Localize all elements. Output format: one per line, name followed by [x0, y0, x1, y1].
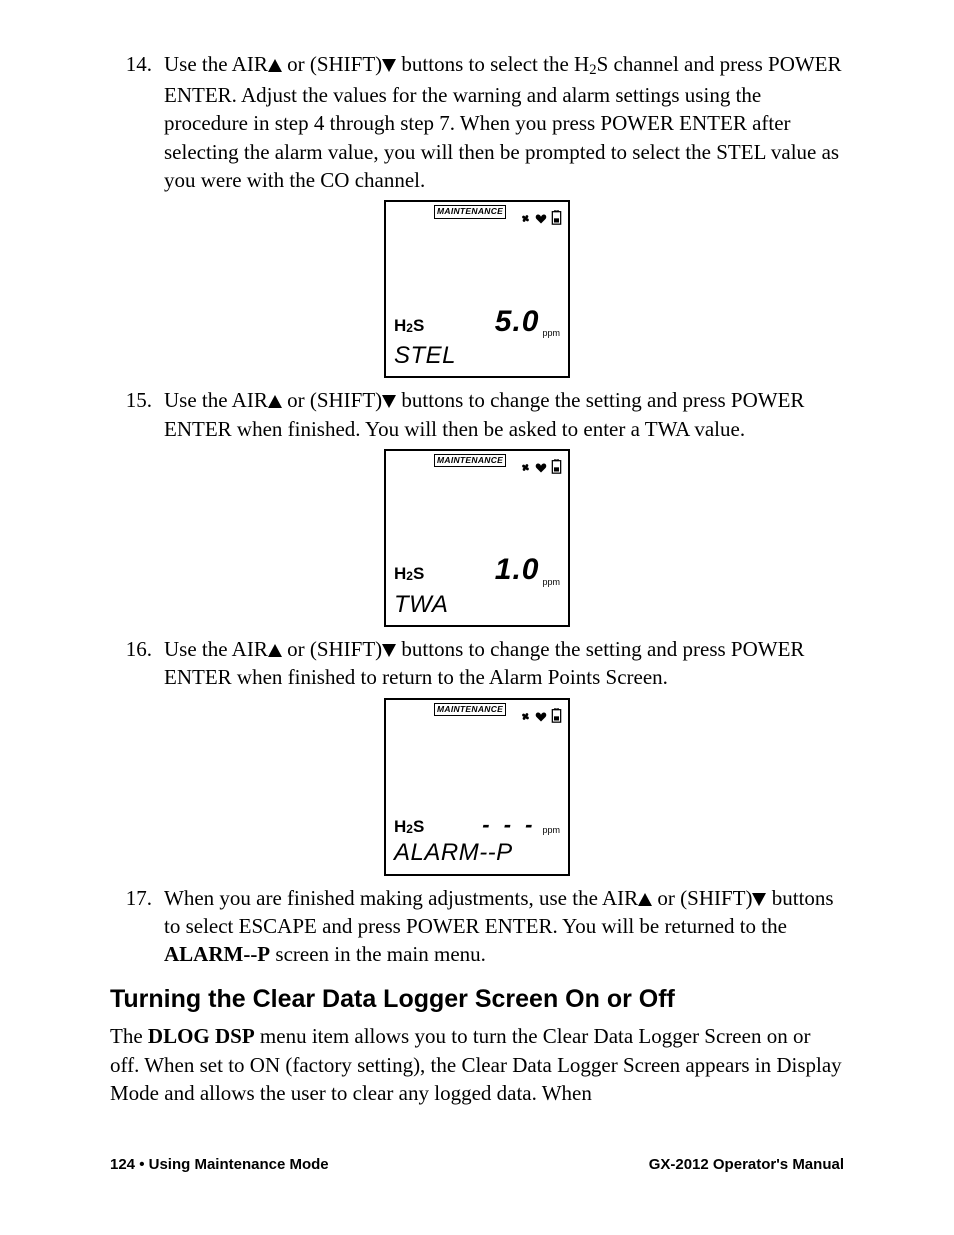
- triangle-up-icon: [268, 395, 282, 408]
- step-text: Use the AIR or (SHIFT) buttons to select…: [164, 50, 844, 194]
- triangle-down-icon: [382, 644, 396, 657]
- gas-unit: ppm: [542, 576, 560, 591]
- step-text: Use the AIR or (SHIFT) buttons to change…: [164, 635, 844, 692]
- alarm-p-bold: ALARM--P: [164, 942, 270, 966]
- triangle-up-icon: [638, 893, 652, 906]
- gas-label: H2S: [394, 816, 424, 839]
- section-body: The DLOG DSP menu item allows you to tur…: [110, 1022, 844, 1107]
- heart-icon: [535, 205, 548, 218]
- section-heading: Turning the Clear Data Logger Screen On …: [110, 983, 844, 1017]
- page-footer: 124 • Using Maintenance Mode GX-2012 Ope…: [110, 1156, 844, 1173]
- fan-icon: [519, 205, 532, 218]
- gas-value: 5.0: [424, 302, 542, 343]
- step-number: 14.: [110, 50, 164, 194]
- step-text: When you are finished making adjustments…: [164, 884, 844, 969]
- step-number: 16.: [110, 635, 164, 692]
- triangle-up-icon: [268, 644, 282, 657]
- maintenance-label: MAINTENANCE: [434, 454, 506, 467]
- battery-icon: [551, 454, 564, 467]
- lcd-screen-alarm-p: MAINTENANCE H2S - - - ppm ALARM--P: [384, 698, 570, 876]
- fan-icon: [519, 703, 532, 716]
- triangle-down-icon: [382, 395, 396, 408]
- step-text: Use the AIR or (SHIFT) buttons to change…: [164, 386, 844, 443]
- fan-icon: [519, 454, 532, 467]
- step-16: 16. Use the AIR or (SHIFT) buttons to ch…: [110, 635, 844, 692]
- heart-icon: [535, 454, 548, 467]
- lcd-screen-twa: MAINTENANCE H2S 1.0 ppm TWA: [384, 449, 570, 627]
- triangle-down-icon: [382, 59, 396, 72]
- triangle-down-icon: [752, 893, 766, 906]
- triangle-up-icon: [268, 59, 282, 72]
- gas-label: H2S: [394, 315, 424, 338]
- gas-value: - - -: [424, 810, 542, 840]
- maintenance-label: MAINTENANCE: [434, 205, 506, 218]
- gas-label: H2S: [394, 563, 424, 586]
- maintenance-label: MAINTENANCE: [434, 703, 506, 716]
- screen-mode-label: ALARM--P: [394, 837, 513, 869]
- heart-icon: [535, 703, 548, 716]
- lcd-screen-stel: MAINTENANCE H2S 5.0 ppm STEL: [384, 200, 570, 378]
- footer-right: GX-2012 Operator's Manual: [649, 1156, 844, 1173]
- battery-icon: [551, 205, 564, 218]
- step-number: 17.: [110, 884, 164, 969]
- footer-left: 124 • Using Maintenance Mode: [110, 1156, 329, 1173]
- gas-unit: ppm: [542, 327, 560, 342]
- step-number: 15.: [110, 386, 164, 443]
- screen-mode-label: TWA: [394, 589, 448, 621]
- gas-value: 1.0: [424, 550, 542, 591]
- step-15: 15. Use the AIR or (SHIFT) buttons to ch…: [110, 386, 844, 443]
- dlog-dsp-bold: DLOG DSP: [148, 1024, 255, 1048]
- step-14: 14. Use the AIR or (SHIFT) buttons to se…: [110, 50, 844, 194]
- battery-icon: [551, 703, 564, 716]
- step-17: 17. When you are finished making adjustm…: [110, 884, 844, 969]
- screen-mode-label: STEL: [394, 340, 456, 372]
- gas-unit: ppm: [542, 824, 560, 839]
